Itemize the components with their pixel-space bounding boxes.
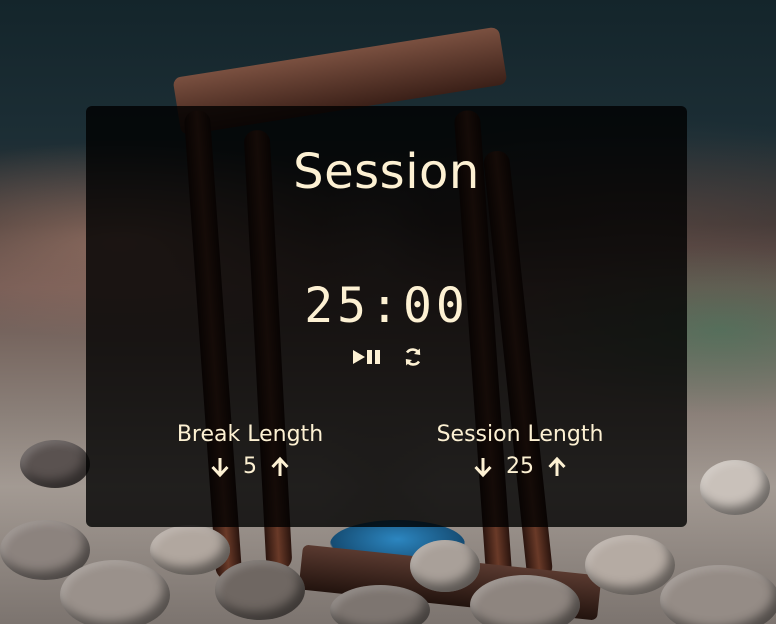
break-length-value: 5 [243, 454, 257, 479]
break-length-label: Break Length [176, 422, 324, 447]
pebble [60, 560, 170, 624]
session-length-row: 25 [410, 453, 630, 481]
break-length-row: 5 [140, 453, 360, 481]
pebble [585, 535, 675, 595]
session-decrement-button[interactable] [472, 456, 494, 478]
play-pause-icon [352, 350, 380, 364]
pebble [20, 440, 90, 488]
arrow-down-icon [211, 458, 229, 478]
break-decrement-button[interactable] [209, 456, 231, 478]
timer-controls [86, 346, 687, 368]
arrow-up-icon [548, 456, 566, 476]
session-length-control: Session Length 25 [410, 421, 630, 481]
pebble [660, 565, 776, 624]
session-increment-button[interactable] [546, 456, 568, 478]
arrow-down-icon [474, 458, 492, 478]
timer-card: Session 25:00 Break Length 5 Session Len… [86, 106, 687, 527]
arrow-up-icon [271, 456, 289, 476]
break-increment-button[interactable] [269, 456, 291, 478]
pebble [150, 525, 230, 575]
pebble [215, 560, 305, 620]
time-display: 25:00 [304, 278, 469, 334]
refresh-icon [405, 348, 420, 366]
timer-label: Session [293, 144, 480, 200]
session-length-label: Session Length [436, 422, 604, 447]
break-length-control: Break Length 5 [140, 421, 360, 481]
pebble [700, 460, 770, 515]
start-stop-button[interactable] [351, 348, 387, 366]
pebble [410, 540, 480, 592]
session-length-value: 25 [506, 454, 534, 479]
reset-button[interactable] [403, 347, 423, 367]
